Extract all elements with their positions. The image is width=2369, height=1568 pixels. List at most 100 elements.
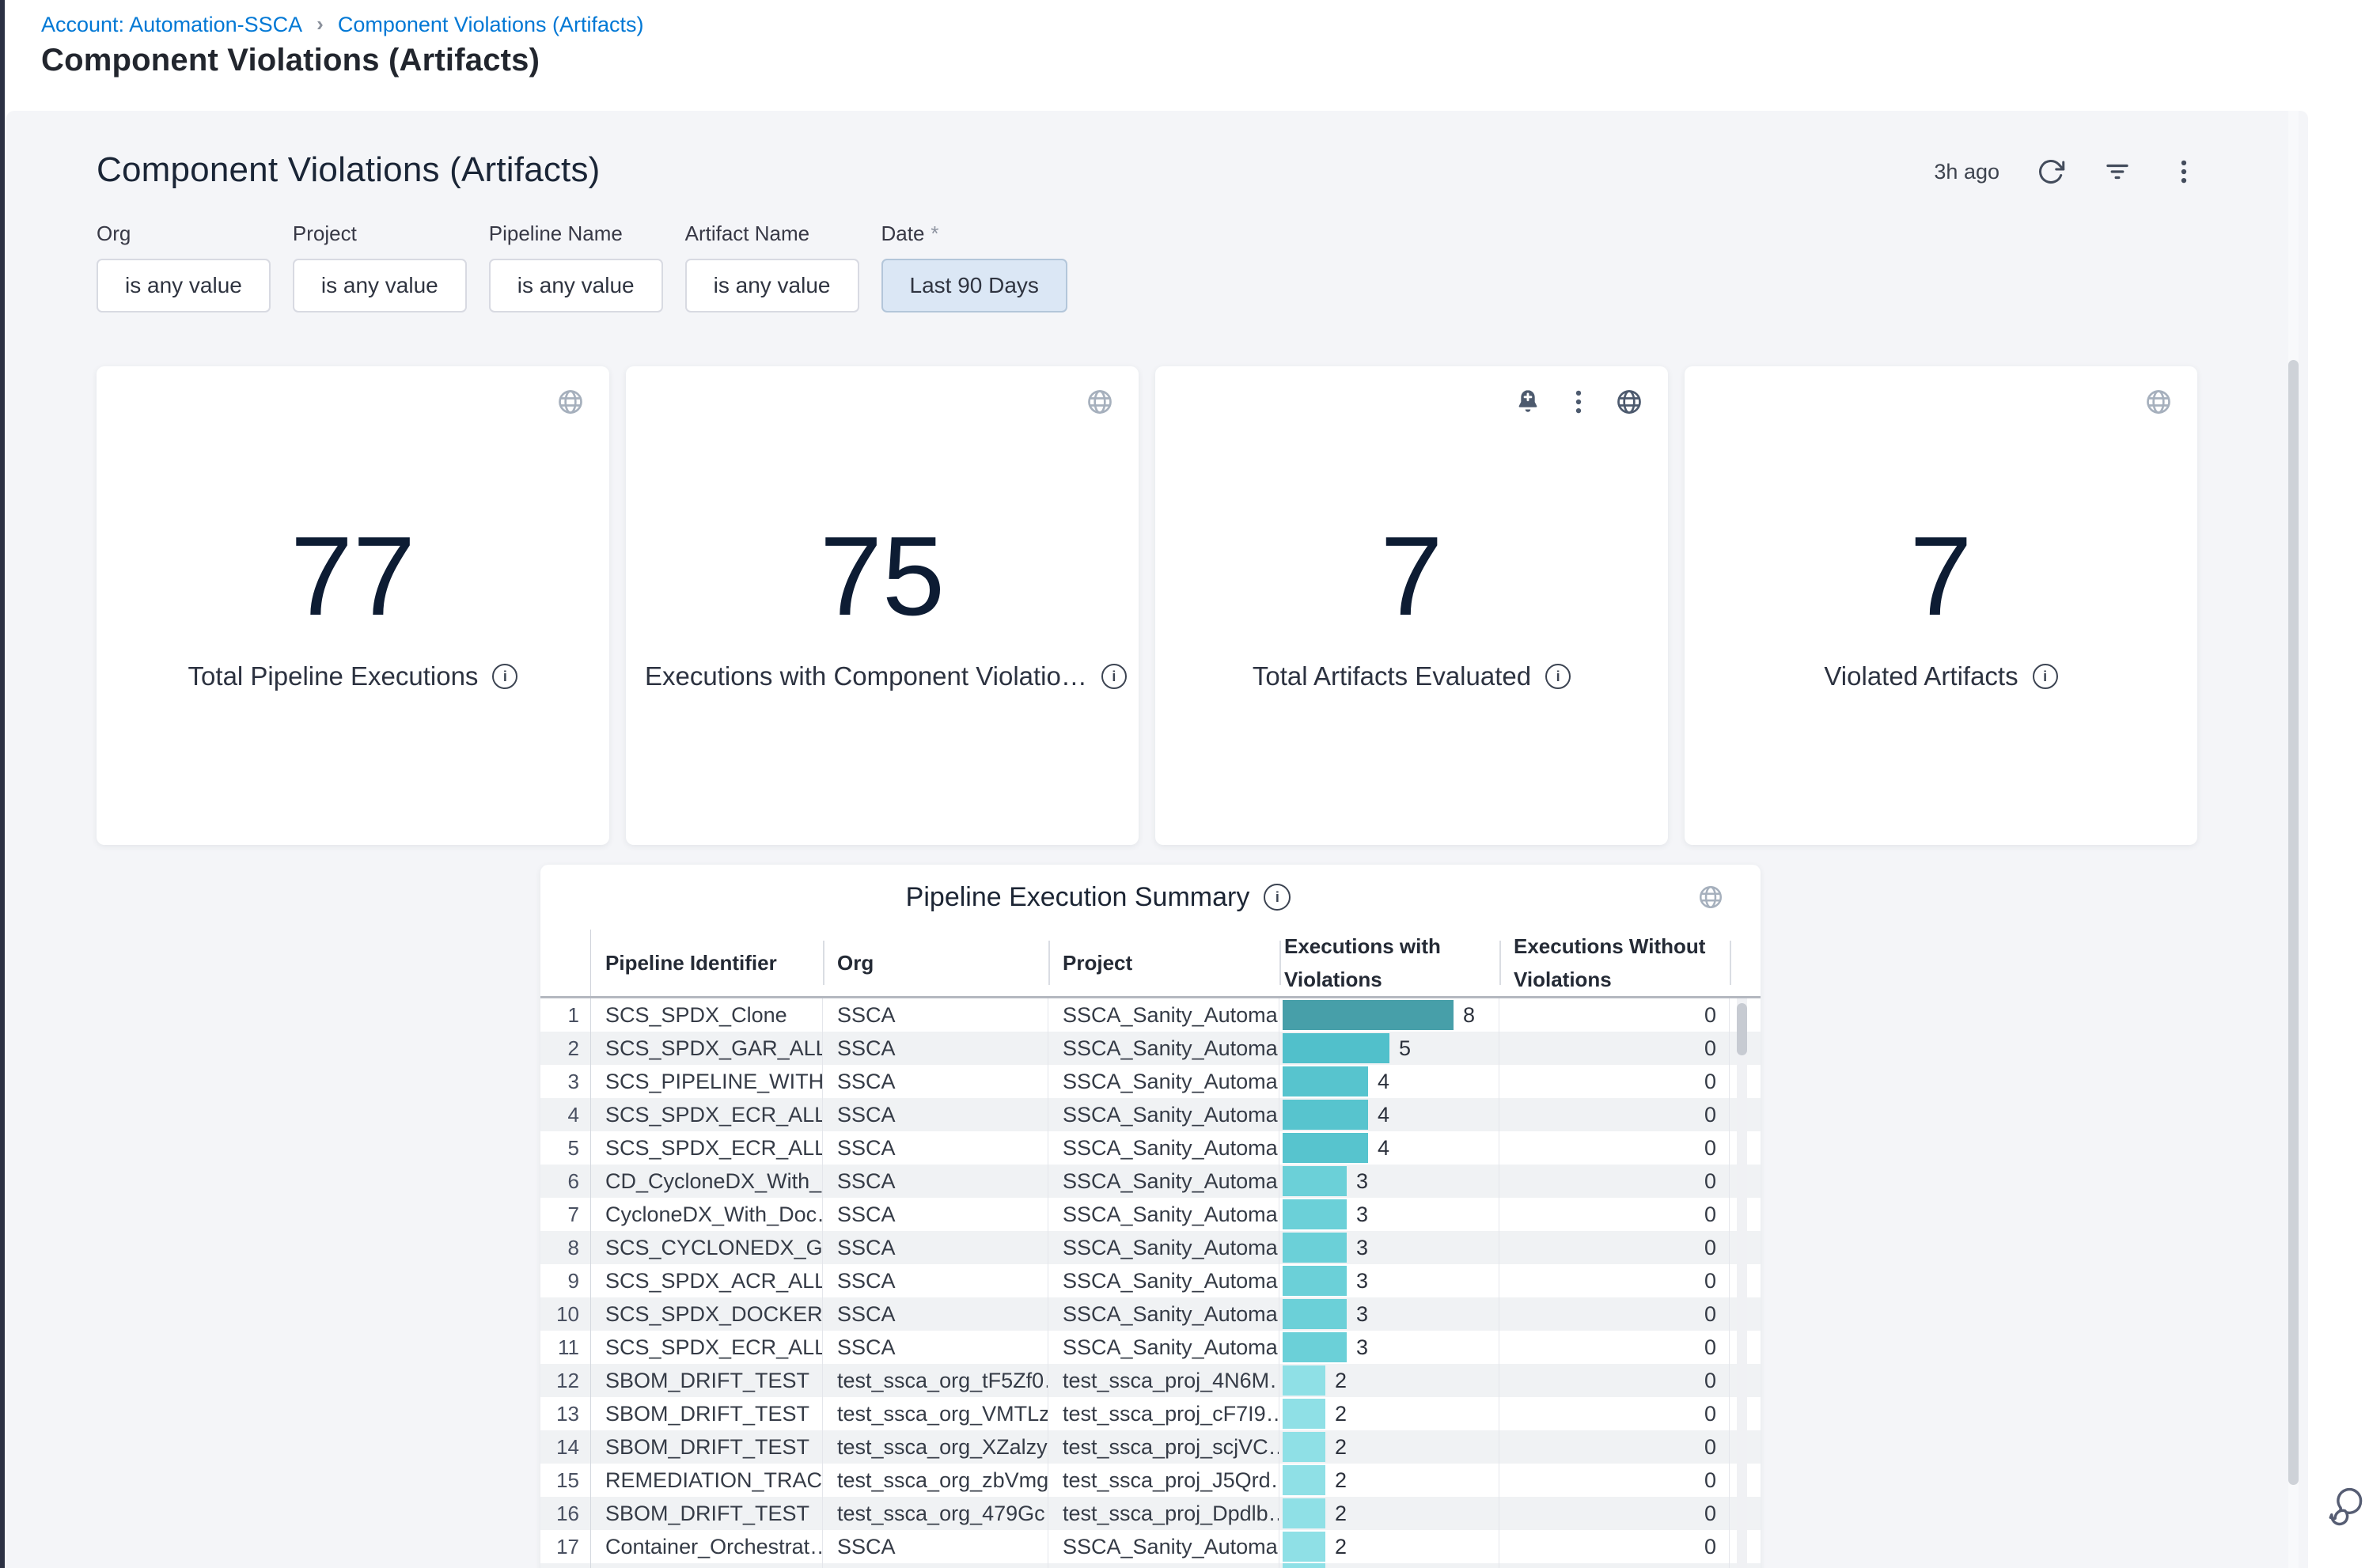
- violations-bar[interactable]: [1283, 1399, 1325, 1429]
- cell-org: SSCA: [823, 1297, 1048, 1331]
- cell-project: SSCA_Sanity_Automa…: [1048, 998, 1279, 1032]
- cell-executions-without-violations: 0: [1499, 1464, 1730, 1497]
- violations-bar[interactable]: [1283, 1432, 1325, 1462]
- filter-label: Pipeline Name: [489, 222, 663, 246]
- violations-bar[interactable]: [1283, 1266, 1347, 1296]
- violations-bar-value: 4: [1378, 1136, 1389, 1161]
- violations-bar[interactable]: [1283, 1066, 1368, 1096]
- cell-executions-without-violations: [1499, 1563, 1730, 1568]
- cell-org: test_ssca_org_zbVmg…: [823, 1464, 1048, 1497]
- violations-bar[interactable]: [1283, 1299, 1347, 1329]
- row-number: 3: [540, 1065, 591, 1098]
- table-row: 8SCS_CYCLONEDX_GA…SSCASSCA_Sanity_Automa…: [540, 1231, 1761, 1264]
- violations-bar[interactable]: [1283, 1233, 1347, 1263]
- column-header-project[interactable]: Project: [1048, 930, 1279, 996]
- violations-bar[interactable]: [1283, 1199, 1347, 1229]
- violations-bar[interactable]: [1283, 1332, 1347, 1362]
- column-header-pipeline[interactable]: Pipeline Identifier: [591, 930, 823, 996]
- tile-label: Violated Artifacts: [1824, 661, 2057, 691]
- breadcrumb-page-link[interactable]: Component Violations (Artifacts): [338, 13, 644, 37]
- cell-executions-with-violations: 5: [1279, 1032, 1499, 1065]
- cell-executions-without-violations: 0: [1499, 1032, 1730, 1065]
- cell-project: SSCA_Sanity_Automa…: [1048, 1530, 1279, 1563]
- violations-bar[interactable]: [1283, 1532, 1325, 1562]
- cell-project: SSCA_Sanity_Automa…: [1048, 1032, 1279, 1065]
- cell-executions-with-violations: 2: [1279, 1397, 1499, 1430]
- table-row-partial: [540, 1563, 1761, 1568]
- cell-pipeline: REMEDIATION_TRAC…: [591, 1464, 823, 1497]
- breadcrumb-account-link[interactable]: Account: Automation-SSCA: [41, 13, 302, 37]
- filter-icon[interactable]: [2102, 157, 2132, 187]
- bell-plus-icon[interactable]: [1513, 387, 1543, 417]
- cell-project: SSCA_Sanity_Automa…: [1048, 1198, 1279, 1231]
- filter-group-project: Projectis any value: [293, 222, 467, 312]
- cell-org: SSCA: [823, 1131, 1048, 1165]
- violations-bar[interactable]: [1283, 1033, 1389, 1063]
- filter-group-pipeline-name: Pipeline Name is any value: [489, 222, 663, 312]
- refresh-icon[interactable]: [2036, 157, 2066, 187]
- required-asterisk: *: [931, 222, 938, 245]
- cell-executions-with-violations: 3: [1279, 1331, 1499, 1364]
- cell-executions-with-violations: 4: [1279, 1131, 1499, 1165]
- filter-value-button[interactable]: Last 90 Days: [881, 259, 1067, 312]
- violations-bar[interactable]: [1283, 1465, 1325, 1495]
- cell-executions-with-violations: 4: [1279, 1098, 1499, 1131]
- column-header-without-violations[interactable]: Executions WithoutViolations: [1499, 930, 1730, 996]
- cell-org: SSCA: [823, 1098, 1048, 1131]
- pipeline-execution-summary-card: Pipeline Execution Summary Pipeline Iden…: [540, 865, 1761, 1568]
- violations-bar-value: 5: [1399, 1036, 1411, 1061]
- metric-tile: 75Executions with Component Violatio…: [626, 366, 1139, 845]
- table-title-row: Pipeline Execution Summary: [488, 865, 1708, 930]
- violations-bar-value: 2: [1335, 1369, 1347, 1393]
- row-number: 10: [540, 1297, 591, 1331]
- cell-org: test_ssca_org_XZalzy…: [823, 1430, 1048, 1464]
- violations-bar-value: 3: [1356, 1335, 1368, 1360]
- column-header-org[interactable]: Org: [823, 930, 1048, 996]
- table-header: Pipeline Identifier Org Project Executio…: [540, 930, 1761, 998]
- table-scrollbar-thumb[interactable]: [1737, 1003, 1747, 1055]
- info-icon[interactable]: [1101, 664, 1127, 689]
- page-scrollbar-thumb[interactable]: [2288, 360, 2299, 1485]
- violations-bar[interactable]: [1283, 1365, 1325, 1396]
- cell-project: SSCA_Sanity_Automa…: [1048, 1098, 1279, 1131]
- row-number: 9: [540, 1264, 591, 1297]
- globe-icon[interactable]: [1085, 387, 1115, 417]
- filter-label: Date*: [881, 222, 1067, 246]
- chat-support-icon[interactable]: [2325, 1486, 2366, 1527]
- globe-icon[interactable]: [2143, 387, 2174, 417]
- violations-bar[interactable]: [1283, 1100, 1368, 1130]
- info-icon[interactable]: [1545, 664, 1571, 689]
- tile-icons: [555, 387, 586, 417]
- cell-project: SSCA_Sanity_Automa…: [1048, 1231, 1279, 1264]
- cell-executions-without-violations: 0: [1499, 1497, 1730, 1530]
- kebab-menu-icon[interactable]: [2169, 157, 2199, 187]
- cell-executions-with-violations: [1279, 1563, 1499, 1568]
- table-scrollbar-track[interactable]: [1737, 998, 1747, 1568]
- violations-bar[interactable]: [1283, 1000, 1454, 1030]
- cell-executions-without-violations: 0: [1499, 998, 1730, 1032]
- cell-pipeline: SBOM_DRIFT_TEST: [591, 1397, 823, 1430]
- globe-icon[interactable]: [555, 387, 586, 417]
- cell-org: SSCA: [823, 1530, 1048, 1563]
- info-icon[interactable]: [1264, 884, 1291, 911]
- table-row: 15REMEDIATION_TRAC…test_ssca_org_zbVmg…t…: [540, 1464, 1761, 1497]
- kebab-icon[interactable]: [1564, 387, 1594, 417]
- filter-value-button[interactable]: is any value: [489, 259, 663, 312]
- filter-value-button[interactable]: is any value: [685, 259, 859, 312]
- column-header-with-violations[interactable]: Executions withViolations: [1279, 930, 1499, 996]
- table-row: 6CD_CycloneDX_With_…SSCASSCA_Sanity_Auto…: [540, 1165, 1761, 1198]
- violations-bar[interactable]: [1283, 1166, 1347, 1196]
- info-icon[interactable]: [492, 664, 517, 689]
- filter-value-button[interactable]: is any value: [293, 259, 467, 312]
- row-number: 16: [540, 1497, 591, 1530]
- violations-bar[interactable]: [1283, 1133, 1368, 1163]
- info-icon[interactable]: [2033, 664, 2058, 689]
- cell-executions-with-violations: 2: [1279, 1497, 1499, 1530]
- violations-bar[interactable]: [1283, 1498, 1325, 1528]
- tile-label-text: Total Pipeline Executions: [188, 661, 479, 691]
- filter-value-button[interactable]: is any value: [97, 259, 271, 312]
- globe-icon[interactable]: [1614, 387, 1644, 417]
- violations-bar-value: 3: [1356, 1203, 1368, 1227]
- globe-icon[interactable]: [1697, 884, 1726, 912]
- violations-bar-value: 8: [1463, 1003, 1475, 1028]
